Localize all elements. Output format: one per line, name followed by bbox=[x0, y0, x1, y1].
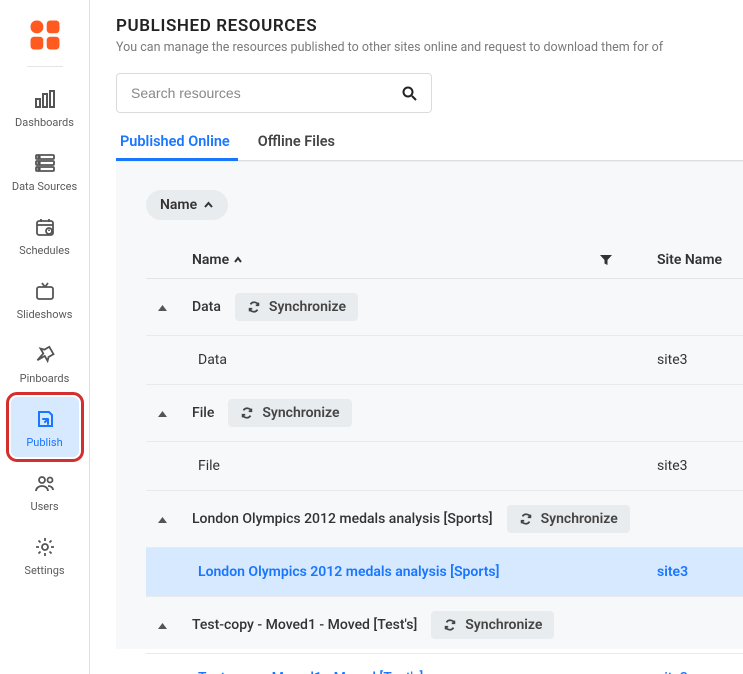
sidebar-item-data-sources[interactable]: Data Sources bbox=[11, 141, 79, 201]
divider bbox=[27, 66, 63, 67]
synchronize-button[interactable]: Synchronize bbox=[431, 611, 554, 639]
group-header: File Synchronize bbox=[146, 385, 743, 442]
group: File Synchronize File site3 bbox=[146, 385, 743, 491]
collapse-icon[interactable] bbox=[158, 515, 170, 524]
table-area: Name Name Site Name bbox=[116, 161, 743, 649]
sync-icon bbox=[443, 618, 457, 632]
app-logo bbox=[28, 18, 62, 52]
column-name[interactable]: Name bbox=[192, 252, 243, 268]
group: London Olympics 2012 medals analysis [Sp… bbox=[146, 491, 743, 597]
tab-offline-files[interactable]: Offline Files bbox=[256, 125, 337, 160]
sidebar-item-label: Schedules bbox=[19, 244, 70, 257]
tab-published-online[interactable]: Published Online bbox=[118, 125, 232, 160]
gear-icon bbox=[33, 535, 57, 559]
sync-icon bbox=[240, 406, 254, 420]
synchronize-button[interactable]: Synchronize bbox=[235, 293, 358, 321]
synchronize-button[interactable]: Synchronize bbox=[507, 505, 630, 533]
column-site[interactable]: Site Name bbox=[657, 252, 743, 268]
page-title: PUBLISHED RESOURCES bbox=[116, 16, 743, 36]
row-name: London Olympics 2012 medals analysis [Sp… bbox=[198, 564, 657, 580]
sidebar: Dashboards Data Sources Schedules Slides… bbox=[0, 0, 90, 674]
collapse-icon[interactable] bbox=[158, 621, 170, 630]
group-name: Data bbox=[192, 299, 221, 315]
sync-icon bbox=[247, 300, 261, 314]
tv-icon bbox=[33, 279, 57, 303]
main-content: PUBLISHED RESOURCES You can manage the r… bbox=[90, 0, 743, 674]
sidebar-item-users[interactable]: Users bbox=[11, 461, 79, 521]
sidebar-item-label: Slideshows bbox=[17, 308, 73, 321]
row-site: site3 bbox=[657, 458, 743, 474]
tab-bar: Published Online Offline Files bbox=[116, 125, 743, 161]
sort-chip-label: Name bbox=[160, 197, 197, 213]
table-row[interactable]: File site3 bbox=[146, 442, 743, 491]
dashboard-icon bbox=[33, 87, 57, 111]
row-site: site3 bbox=[657, 564, 743, 580]
group: Test-copy - Moved1 - Moved [Test's] Sync… bbox=[146, 597, 743, 674]
row-name: Test-copy - Moved1 - Moved [Test's] bbox=[198, 670, 657, 674]
collapse-icon[interactable] bbox=[158, 303, 170, 312]
group-name: File bbox=[192, 405, 214, 421]
page-subtitle: You can manage the resources published t… bbox=[116, 40, 743, 55]
sync-label: Synchronize bbox=[262, 405, 339, 421]
chevron-up-icon bbox=[203, 201, 214, 209]
row-site: site3 bbox=[657, 352, 743, 368]
sync-label: Synchronize bbox=[541, 511, 618, 527]
group: Data Synchronize Data site3 bbox=[146, 279, 743, 385]
sidebar-item-settings[interactable]: Settings bbox=[11, 525, 79, 585]
group-header: Test-copy - Moved1 - Moved [Test's] Sync… bbox=[146, 597, 743, 654]
sidebar-item-dashboards[interactable]: Dashboards bbox=[11, 77, 79, 137]
sidebar-item-label: Data Sources bbox=[12, 180, 77, 193]
database-icon bbox=[33, 151, 57, 175]
synchronize-button[interactable]: Synchronize bbox=[228, 399, 351, 427]
group-name: London Olympics 2012 medals analysis [Sp… bbox=[192, 511, 493, 527]
sidebar-item-label: Dashboards bbox=[15, 116, 74, 129]
group-header: London Olympics 2012 medals analysis [Sp… bbox=[146, 491, 743, 548]
row-name: Data bbox=[198, 352, 657, 368]
sidebar-item-publish[interactable]: Publish bbox=[11, 397, 79, 457]
collapse-icon[interactable] bbox=[158, 409, 170, 418]
sync-label: Synchronize bbox=[269, 299, 346, 315]
search-box[interactable] bbox=[116, 73, 432, 113]
sidebar-item-label: Settings bbox=[24, 564, 64, 577]
calendar-icon bbox=[33, 215, 57, 239]
sidebar-item-label: Publish bbox=[26, 436, 62, 449]
row-site: site3 bbox=[657, 670, 743, 674]
filter-icon[interactable] bbox=[599, 253, 613, 267]
table-row[interactable]: Data site3 bbox=[146, 336, 743, 385]
search-icon[interactable] bbox=[402, 86, 417, 101]
group-name: Test-copy - Moved1 - Moved [Test's] bbox=[192, 617, 417, 633]
table-header: Name Site Name bbox=[146, 242, 743, 279]
sync-icon bbox=[519, 512, 533, 526]
sort-asc-icon bbox=[233, 256, 243, 264]
table-row[interactable]: London Olympics 2012 medals analysis [Sp… bbox=[146, 548, 743, 597]
publish-icon bbox=[33, 407, 57, 431]
sidebar-item-schedules[interactable]: Schedules bbox=[11, 205, 79, 265]
sort-chip-name[interactable]: Name bbox=[146, 190, 228, 220]
sidebar-item-label: Users bbox=[30, 500, 58, 513]
sidebar-item-pinboards[interactable]: Pinboards bbox=[11, 333, 79, 393]
users-icon bbox=[33, 471, 57, 495]
sync-label: Synchronize bbox=[465, 617, 542, 633]
table-row[interactable]: Test-copy - Moved1 - Moved [Test's] site… bbox=[146, 654, 743, 674]
row-name: File bbox=[198, 458, 657, 474]
group-header: Data Synchronize bbox=[146, 279, 743, 336]
pin-icon bbox=[33, 343, 57, 367]
search-input[interactable] bbox=[131, 85, 402, 101]
column-name-label: Name bbox=[192, 252, 229, 268]
sidebar-item-label: Pinboards bbox=[20, 372, 70, 385]
sidebar-item-slideshows[interactable]: Slideshows bbox=[11, 269, 79, 329]
